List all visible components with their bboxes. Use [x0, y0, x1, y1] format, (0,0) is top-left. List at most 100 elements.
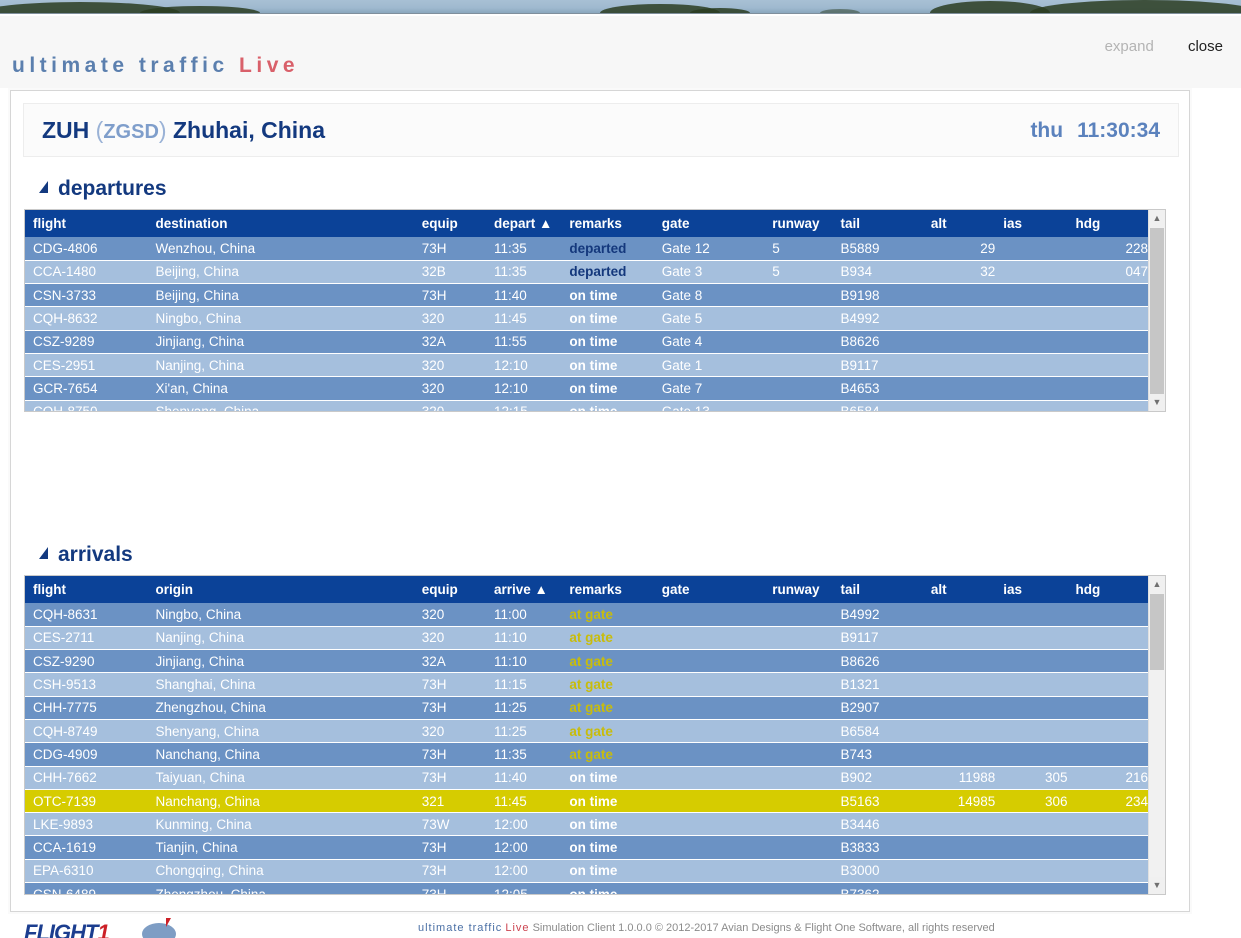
column-header-destination[interactable]: destination: [148, 210, 414, 237]
table-row[interactable]: CDG-4806Wenzhou, China73H11:35departedGa…: [25, 237, 1148, 260]
cell-flight: CES-2951: [25, 353, 148, 376]
column-header-alt[interactable]: alt: [923, 576, 995, 603]
cell-alt: [923, 603, 995, 626]
cell-equip: 73H: [414, 743, 486, 766]
table-row[interactable]: CSH-9513Shanghai, China73H11:15at gateB1…: [25, 673, 1148, 696]
cell-alt: 14985: [923, 789, 995, 812]
table-row[interactable]: CQH-8632Ningbo, China32011:45on timeGate…: [25, 307, 1148, 330]
column-header-flight[interactable]: flight: [25, 210, 148, 237]
app-header: ultimate traffic Live expand close: [0, 16, 1241, 88]
scroll-down-arrow-icon[interactable]: ▼: [1149, 877, 1165, 894]
table-row[interactable]: OTC-7139Nanchang, China32111:45on timeB5…: [25, 789, 1148, 812]
collapse-triangle-icon[interactable]: [39, 181, 48, 193]
column-header-gate[interactable]: gate: [654, 576, 764, 603]
column-header-equip[interactable]: equip: [414, 576, 486, 603]
column-header-hdg[interactable]: hdg: [1068, 210, 1148, 237]
cell-flight: CQH-8749: [25, 719, 148, 742]
scroll-up-arrow-icon[interactable]: ▲: [1149, 210, 1165, 227]
cell-remarks: on time: [561, 789, 653, 812]
cell-time: 12:10: [486, 377, 561, 400]
cell-place: Wenzhou, China: [148, 237, 414, 260]
cell-alt: 11988: [923, 766, 995, 789]
cell-remarks: on time: [561, 813, 653, 836]
column-header-hdg[interactable]: hdg: [1068, 576, 1148, 603]
table-row[interactable]: CES-2711Nanjing, China32011:10at gateB91…: [25, 626, 1148, 649]
cell-alt: [923, 719, 995, 742]
cell-remarks: on time: [561, 353, 653, 376]
column-header-remarks[interactable]: remarks: [561, 210, 653, 237]
column-header-ias[interactable]: ias: [995, 576, 1067, 603]
table-row[interactable]: CDG-4909Nanchang, China73H11:35at gateB7…: [25, 743, 1148, 766]
column-header-depart[interactable]: depart ▲: [486, 210, 561, 237]
column-header-ias[interactable]: ias: [995, 210, 1067, 237]
table-row[interactable]: CQH-8631Ningbo, China32011:00at gateB499…: [25, 603, 1148, 626]
expand-button[interactable]: expand: [1105, 38, 1154, 55]
column-header-tail[interactable]: tail: [833, 576, 923, 603]
column-header-remarks[interactable]: remarks: [561, 576, 653, 603]
scroll-thumb[interactable]: [1150, 228, 1164, 412]
cell-remarks: on time: [561, 836, 653, 859]
column-header-arrive[interactable]: arrive ▲: [486, 576, 561, 603]
departures-scrollbar[interactable]: ▲ ▼: [1148, 210, 1165, 411]
cell-remarks: departed: [561, 260, 653, 283]
cell-time: 11:40: [486, 766, 561, 789]
close-button[interactable]: close: [1188, 38, 1223, 55]
scroll-down-arrow-icon[interactable]: ▼: [1149, 394, 1165, 411]
table-row[interactable]: LKE-9893Kunming, China73W12:00on timeB34…: [25, 813, 1148, 836]
column-header-origin[interactable]: origin: [148, 576, 414, 603]
cell-ias: [995, 813, 1067, 836]
table-row[interactable]: CQH-8750Shenyang, China32012:15on timeGa…: [25, 400, 1148, 411]
cell-tail: B5163: [833, 789, 923, 812]
cell-runway: [764, 883, 832, 894]
arrivals-section-title[interactable]: arrivals: [39, 543, 133, 567]
table-row[interactable]: GCR-7654Xi'an, China32012:10on timeGate …: [25, 377, 1148, 400]
cell-hdg: [1068, 626, 1148, 649]
table-row[interactable]: EPA-6310Chongqing, China73H12:00on timeB…: [25, 859, 1148, 882]
cell-remarks: at gate: [561, 603, 653, 626]
cell-ias: [995, 307, 1067, 330]
column-header-runway[interactable]: runway: [764, 576, 832, 603]
cell-runway: [764, 330, 832, 353]
cell-flight: CCA-1619: [25, 836, 148, 859]
cell-remarks: at gate: [561, 673, 653, 696]
column-header-alt[interactable]: alt: [923, 210, 995, 237]
table-row[interactable]: CHH-7775Zhengzhou, China73H11:25at gateB…: [25, 696, 1148, 719]
cell-place: Nanchang, China: [148, 789, 414, 812]
cell-alt: [923, 626, 995, 649]
table-row[interactable]: CCA-1480Beijing, China32B11:35departedGa…: [25, 260, 1148, 283]
column-header-gate[interactable]: gate: [654, 210, 764, 237]
app-brand: ultimate traffic Live: [12, 54, 299, 78]
cell-ias: [995, 883, 1067, 894]
cell-place: Zhengzhou, China: [148, 883, 414, 894]
table-row[interactable]: CSZ-9290Jinjiang, China32A11:10at gateB8…: [25, 650, 1148, 673]
table-row[interactable]: CES-2951Nanjing, China32012:10on timeGat…: [25, 353, 1148, 376]
table-row[interactable]: CQH-8749Shenyang, China32011:25at gateB6…: [25, 719, 1148, 742]
scroll-thumb[interactable]: [1150, 594, 1164, 670]
table-row[interactable]: CSN-3733Beijing, China73H11:40on timeGat…: [25, 284, 1148, 307]
column-header-equip[interactable]: equip: [414, 210, 486, 237]
cell-gate: Gate 8: [654, 284, 764, 307]
cell-place: Taiyuan, China: [148, 766, 414, 789]
column-header-flight[interactable]: flight: [25, 576, 148, 603]
cell-place: Chongqing, China: [148, 859, 414, 882]
column-header-tail[interactable]: tail: [833, 210, 923, 237]
table-row[interactable]: CCA-1619Tianjin, China73H12:00on timeB38…: [25, 836, 1148, 859]
table-row[interactable]: CSN-6489Zhengzhou, China73H12:05on timeB…: [25, 883, 1148, 894]
cell-time: 12:05: [486, 883, 561, 894]
cell-place: Zhengzhou, China: [148, 696, 414, 719]
cell-ias: [995, 626, 1067, 649]
scroll-up-arrow-icon[interactable]: ▲: [1149, 576, 1165, 593]
cell-time: 12:00: [486, 813, 561, 836]
footer-brand-live: Live: [505, 922, 529, 934]
collapse-triangle-icon[interactable]: [39, 547, 48, 559]
arrivals-scrollbar[interactable]: ▲ ▼: [1148, 576, 1165, 894]
cell-time: 11:10: [486, 626, 561, 649]
cell-place: Shenyang, China: [148, 400, 414, 411]
table-row[interactable]: CSZ-9289Jinjiang, China32A11:55on timeGa…: [25, 330, 1148, 353]
banner-photo-strip: [0, 0, 1241, 13]
departures-section-title[interactable]: departures: [39, 177, 167, 201]
table-row[interactable]: CHH-7662Taiyuan, China73H11:40on timeB90…: [25, 766, 1148, 789]
cell-tail: B3446: [833, 813, 923, 836]
column-header-runway[interactable]: runway: [764, 210, 832, 237]
cell-alt: [923, 377, 995, 400]
